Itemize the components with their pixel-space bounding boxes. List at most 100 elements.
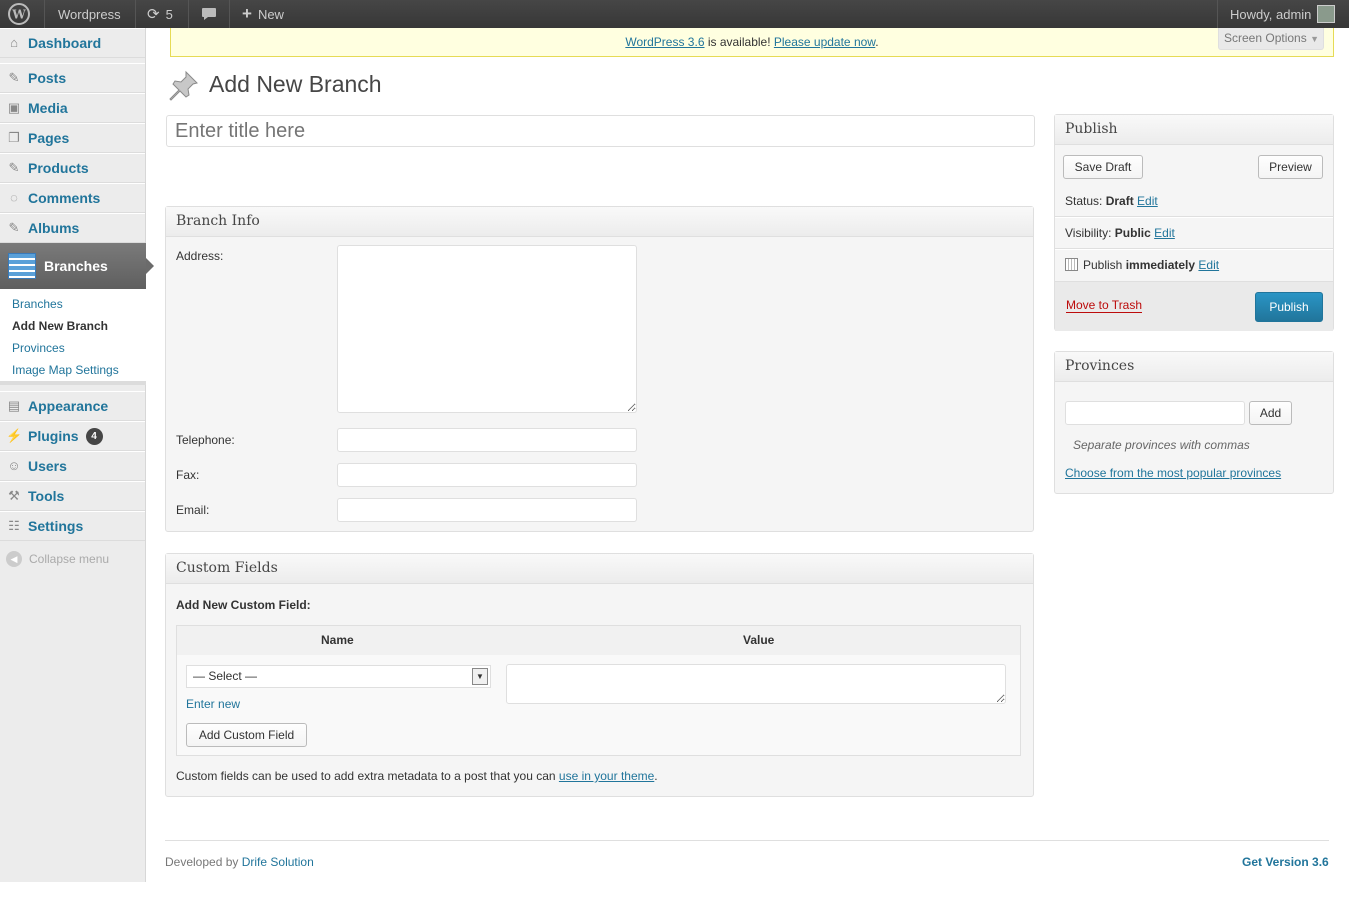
email-input[interactable] — [337, 498, 637, 522]
new-province-input[interactable] — [1065, 401, 1245, 425]
add-new-custom-field-label: Add New Custom Field: — [176, 598, 311, 612]
sidebar-item-dashboard[interactable]: ⌂ Dashboard — [0, 28, 145, 58]
status-row: Status: Draft Edit — [1065, 194, 1158, 208]
publish-heading: Publish — [1055, 115, 1333, 145]
pushpin-icon — [166, 69, 200, 106]
plugins-update-badge: 4 — [85, 427, 103, 445]
submenu-branches[interactable]: Branches — [12, 297, 63, 311]
settings-icon: ☷ — [8, 518, 20, 533]
branches-submenu: Branches Add New Branch Provinces Image … — [0, 289, 146, 385]
custom-field-table-header — [177, 626, 1020, 655]
edit-status-link[interactable]: Edit — [1137, 194, 1158, 208]
address-label: Address: — [176, 249, 224, 263]
fax-label: Fax: — [176, 468, 200, 482]
triangle-down-icon: ▼ — [1310, 34, 1319, 44]
avatar — [1317, 5, 1336, 23]
calendar-icon — [1065, 258, 1078, 271]
footer-divider — [165, 840, 1329, 841]
collapse-arrow-icon: ◀ — [6, 551, 22, 567]
branch-info-heading: Branch Info — [166, 207, 1033, 237]
sidebar-item-plugins[interactable]: ⚡ Plugins 4 — [0, 421, 145, 451]
save-draft-button[interactable]: Save Draft — [1063, 155, 1143, 179]
dashboard-icon: ⌂ — [10, 35, 18, 50]
publish-button[interactable]: Publish — [1255, 292, 1323, 322]
post-title-input[interactable] — [166, 115, 1035, 147]
comments-link[interactable] — [201, 0, 217, 28]
submenu-add-new-branch[interactable]: Add New Branch — [12, 319, 108, 333]
sidebar-item-products[interactable]: ✎ Products — [0, 153, 145, 183]
page-title: Add New Branch — [209, 71, 382, 97]
sidebar-item-comments[interactable]: ◌ Comments — [0, 183, 145, 213]
value-column-header: Value — [743, 633, 775, 647]
branches-icon — [8, 253, 36, 279]
sidebar-item-branches[interactable]: Branches — [0, 243, 154, 289]
pin-icon: ✎ — [8, 220, 20, 235]
tools-icon: ⚒ — [8, 488, 20, 503]
publish-date-row: Publish immediately Edit — [1065, 258, 1219, 272]
pin-icon: ✎ — [8, 160, 20, 175]
admin-bar: W Wordpress ⟳ 5 + New Howdy, admin — [0, 0, 1349, 28]
get-version-link[interactable]: Get Version 3.6 — [1242, 855, 1329, 869]
wordpress-version-link[interactable]: WordPress 3.6 — [625, 35, 704, 49]
update-now-link[interactable]: Please update now — [774, 35, 875, 49]
publish-box: Publish Save Draft Preview Status: Draft… — [1054, 114, 1334, 331]
sidebar-item-settings[interactable]: ☷ Settings — [0, 511, 145, 541]
sidebar-item-media[interactable]: ▣ Media — [0, 93, 145, 123]
submenu-provinces[interactable]: Provinces — [12, 341, 65, 355]
collapse-menu-button[interactable]: ◀ Collapse menu — [6, 551, 109, 567]
address-textarea[interactable] — [337, 245, 637, 413]
main-content: WordPress 3.6 is available! Please updat… — [146, 28, 1349, 897]
popular-provinces-link[interactable]: Choose from the most popular provinces — [1065, 466, 1281, 480]
comment-bubble-icon — [202, 8, 216, 20]
visibility-row: Visibility: Public Edit — [1065, 226, 1175, 240]
sidebar-item-appearance[interactable]: ▤ Appearance — [0, 391, 145, 421]
telephone-label: Telephone: — [176, 433, 235, 447]
users-icon: ☺ — [7, 458, 21, 473]
appearance-icon: ▤ — [7, 398, 21, 413]
provinces-hint: Separate provinces with commas — [1073, 438, 1250, 452]
custom-fields-help-text: Custom fields can be used to add extra m… — [176, 769, 658, 783]
publish-actions: Move to Trash Publish — [1055, 281, 1333, 331]
email-label: Email: — [176, 503, 210, 517]
sidebar-item-posts[interactable]: ✎ Posts — [0, 63, 145, 93]
updates-icon: ⟳ — [147, 6, 160, 23]
my-account-link[interactable]: Howdy, admin — [1230, 0, 1336, 28]
update-notice: WordPress 3.6 is available! Please updat… — [170, 28, 1334, 57]
custom-field-value-textarea[interactable] — [506, 664, 1006, 704]
provinces-heading: Provinces — [1055, 352, 1333, 382]
edit-visibility-link[interactable]: Edit — [1154, 226, 1175, 240]
sidebar-item-users[interactable]: ☺ Users — [0, 451, 145, 481]
sidebar-item-pages[interactable]: ❐ Pages — [0, 123, 145, 153]
enter-new-link[interactable]: Enter new — [186, 697, 240, 711]
site-name-link[interactable]: Wordpress — [58, 0, 121, 28]
pin-icon: ✎ — [8, 70, 20, 85]
custom-field-key-select[interactable]: — Select — ▼ — [186, 665, 491, 688]
custom-field-table: Name Value — Select — ▼ Enter new Add Cus… — [176, 625, 1021, 756]
drife-solution-link[interactable]: Drife Solution — [242, 855, 314, 869]
add-province-button[interactable]: Add — [1249, 401, 1292, 425]
fax-input[interactable] — [337, 463, 637, 487]
use-in-your-theme-link[interactable]: use in your theme — [559, 769, 654, 783]
sidebar-item-tools[interactable]: ⚒ Tools — [0, 481, 145, 511]
custom-fields-heading: Custom Fields — [166, 554, 1033, 584]
screen-options-toggle[interactable]: Screen Options ▼ — [1218, 28, 1324, 50]
updates-link[interactable]: ⟳ 5 — [147, 0, 173, 28]
admin-sidebar: ⌂ Dashboard ✎ Posts ▣ Media ❐ Pages ✎ Product… — [0, 28, 154, 882]
custom-fields-box: Custom Fields Add New Custom Field: Name… — [165, 553, 1034, 797]
branch-info-box: Branch Info Address: Telephone: Fax: Ema… — [165, 206, 1034, 532]
wordpress-logo-icon[interactable]: W — [8, 0, 30, 28]
updates-count: 5 — [165, 6, 173, 22]
sidebar-item-albums[interactable]: ✎ Albums — [0, 213, 145, 243]
svg-text:W: W — [11, 8, 26, 22]
move-to-trash-link[interactable]: Move to Trash — [1066, 298, 1143, 313]
add-custom-field-button[interactable]: Add Custom Field — [186, 723, 307, 747]
pages-icon: ❐ — [8, 130, 20, 145]
telephone-input[interactable] — [337, 428, 637, 452]
plus-icon: + — [242, 4, 252, 23]
edit-publish-date-link[interactable]: Edit — [1198, 258, 1219, 272]
new-content-link[interactable]: + New — [242, 0, 284, 28]
plugins-icon: ⚡ — [6, 428, 23, 443]
submenu-image-map-settings[interactable]: Image Map Settings — [12, 363, 119, 377]
preview-button[interactable]: Preview — [1258, 155, 1323, 179]
name-column-header: Name — [321, 633, 354, 647]
